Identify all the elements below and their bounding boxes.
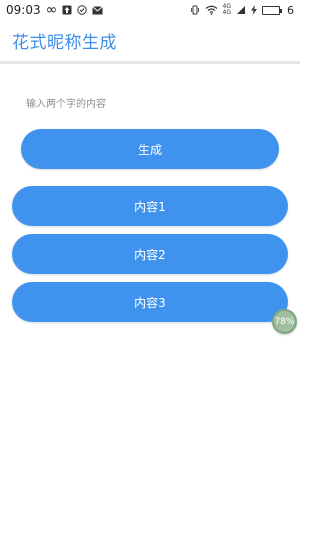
- battery-icon: [262, 5, 282, 15]
- charging-icon: [251, 5, 257, 15]
- status-bar: 09:03 ∞ 4G 4G 6: [0, 0, 300, 20]
- battery-level: 6: [287, 3, 294, 17]
- status-right: 4G 4G 6: [190, 4, 294, 17]
- result-button-1[interactable]: 内容1: [12, 186, 288, 226]
- generate-button[interactable]: 生成: [21, 129, 279, 169]
- nickname-input[interactable]: 输入两个字的内容: [26, 95, 106, 110]
- status-left: 09:03 ∞: [6, 2, 104, 18]
- app-screen: 09:03 ∞ 4G 4G 6 花式昵称生成 输入两个字的内容 生成 内容1 内…: [0, 0, 300, 533]
- vibrate-icon: [190, 5, 200, 15]
- upload-icon: [62, 5, 72, 15]
- check-circle-icon: [77, 5, 87, 15]
- result-button-3[interactable]: 内容3: [12, 282, 288, 322]
- status-time: 09:03: [6, 3, 41, 17]
- floating-memory-badge[interactable]: 78%: [272, 309, 297, 334]
- infinity-icon: ∞: [45, 2, 58, 18]
- mail-icon: [92, 5, 104, 15]
- network-bottom-label: 4G: [222, 9, 231, 16]
- network-indicator: 4G 4G: [223, 4, 231, 16]
- page-title: 花式昵称生成: [12, 33, 117, 53]
- wifi-icon: [205, 5, 218, 15]
- cellular-icon: [236, 5, 246, 15]
- app-bar: 花式昵称生成: [0, 20, 300, 64]
- result-button-2[interactable]: 内容2: [12, 234, 288, 274]
